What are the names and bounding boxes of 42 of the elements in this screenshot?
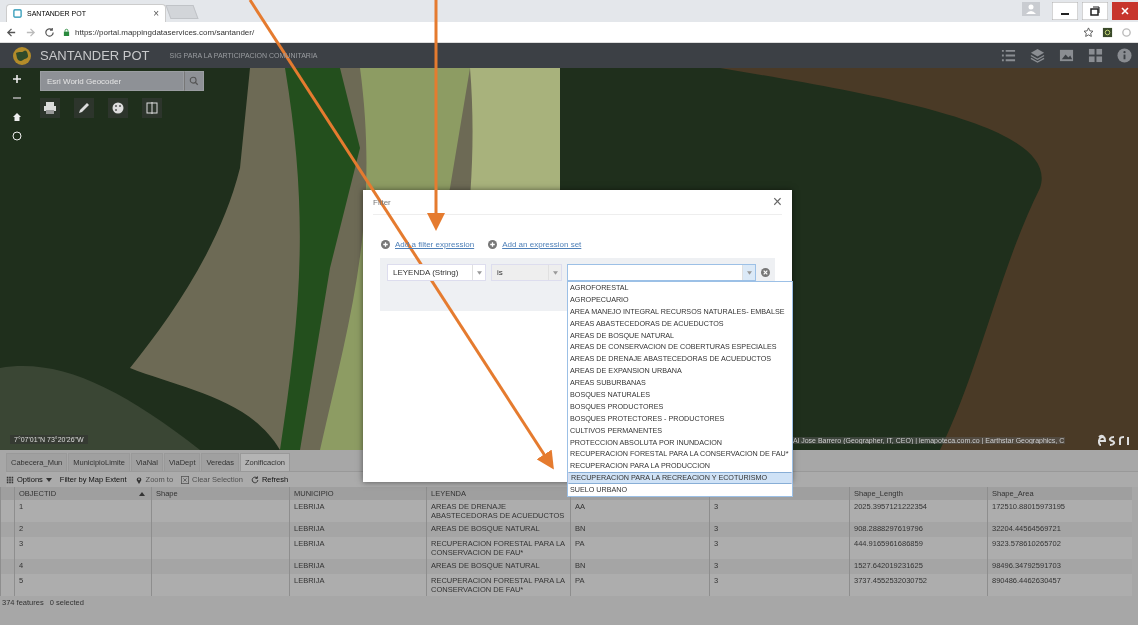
- zoom-in-icon[interactable]: [12, 74, 22, 84]
- search-icon[interactable]: [184, 71, 204, 91]
- address-field[interactable]: https://portal.mappingdataservices.com/santander/: [63, 24, 1075, 40]
- pencil-icon[interactable]: [74, 98, 94, 118]
- field-select[interactable]: LEYENDA (String): [387, 264, 486, 281]
- palette-icon[interactable]: [108, 98, 128, 118]
- star-icon[interactable]: [1083, 26, 1094, 38]
- caret-icon: [476, 270, 482, 275]
- clear-icon: [181, 475, 190, 484]
- close-button[interactable]: ×: [772, 193, 782, 211]
- lock-icon: [63, 27, 70, 37]
- image-icon[interactable]: [1059, 48, 1074, 63]
- swipe-icon[interactable]: [142, 98, 162, 118]
- add-link[interactable]: Add an expression set: [502, 240, 582, 249]
- remove-icon[interactable]: [761, 268, 770, 277]
- caret-icon: [746, 270, 752, 275]
- caret-icon: [45, 477, 52, 482]
- grid-icon: [6, 475, 14, 484]
- home-icon[interactable]: [12, 112, 22, 122]
- tab-close-button[interactable]: ×: [153, 8, 159, 19]
- layers-icon[interactable]: [1030, 48, 1045, 63]
- app-title: SANTANDER POT: [40, 48, 150, 63]
- operator-select[interactable]: is: [491, 264, 562, 281]
- list-icon[interactable]: [1001, 48, 1016, 63]
- back-icon[interactable]: [6, 26, 17, 38]
- add-icon: [381, 240, 390, 249]
- geocoder-search-field[interactable]: Esri World Geocoder: [40, 71, 184, 91]
- restore-button[interactable]: [1082, 2, 1108, 20]
- print-icon[interactable]: [40, 98, 60, 118]
- minimize-button[interactable]: [1052, 2, 1078, 20]
- refresh-icon: [250, 475, 259, 484]
- pin-icon: [134, 475, 143, 484]
- close-window-button[interactable]: [1112, 2, 1138, 20]
- caret-icon: [552, 270, 558, 275]
- info-icon[interactable]: [1117, 48, 1132, 63]
- add-icon: [488, 240, 498, 249]
- extension-icon[interactable]: [1102, 26, 1113, 38]
- reload-icon[interactable]: [44, 26, 55, 38]
- globe-logo-icon: [12, 45, 32, 66]
- page-icon: [13, 9, 22, 18]
- locate-icon[interactable]: [12, 131, 22, 141]
- grid-icon[interactable]: [1088, 48, 1103, 63]
